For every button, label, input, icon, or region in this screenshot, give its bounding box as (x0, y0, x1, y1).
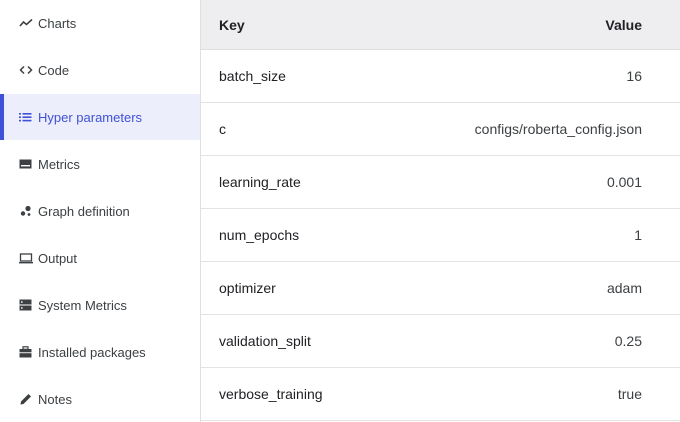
sidebar-item-output[interactable]: Output (0, 235, 200, 281)
sidebar-item-label: Metrics (38, 156, 80, 172)
line-chart-icon (18, 16, 33, 30)
sidebar: Charts Code Hyper parameters Metrics Gra… (0, 0, 201, 422)
metrics-icon (18, 157, 33, 171)
row-value: 0.25 (614, 333, 642, 349)
pencil-icon (18, 392, 33, 406)
table-row: optimizer adam (201, 262, 680, 315)
row-value: 16 (626, 68, 642, 84)
table-row: num_epochs 1 (201, 209, 680, 262)
sidebar-item-label: System Metrics (38, 297, 127, 313)
row-key: batch_size (219, 68, 286, 84)
sidebar-item-label: Charts (38, 15, 77, 31)
monitor-icon (18, 251, 33, 265)
sidebar-item-metrics[interactable]: Metrics (0, 141, 200, 187)
hyperparameters-table: Key Value batch_size 16 c configs/robert… (201, 0, 680, 421)
code-icon (18, 63, 33, 77)
hyperparameters-panel: Key Value batch_size 16 c configs/robert… (201, 0, 680, 422)
app-window: Charts Code Hyper parameters Metrics Gra… (0, 0, 680, 422)
row-key: learning_rate (219, 174, 301, 190)
sidebar-item-installed-packages[interactable]: Installed packages (0, 329, 200, 375)
table-row: batch_size 16 (201, 50, 680, 103)
row-value: 0.001 (606, 174, 642, 190)
sidebar-item-label: Output (38, 250, 78, 266)
column-header-key[interactable]: Key (201, 17, 605, 33)
server-icon (18, 298, 33, 312)
sidebar-item-code[interactable]: Code (0, 47, 200, 93)
sidebar-item-charts[interactable]: Charts (0, 0, 200, 46)
sidebar-item-graph-definition[interactable]: Graph definition (0, 188, 200, 234)
row-key: optimizer (219, 280, 276, 296)
table-header: Key Value (201, 0, 680, 50)
row-value: true (617, 386, 642, 402)
row-key: c (219, 121, 226, 137)
sidebar-item-label: Hyper parameters (38, 109, 143, 125)
sidebar-item-label: Installed packages (38, 344, 146, 360)
sidebar-item-notes[interactable]: Notes (0, 376, 200, 422)
column-header-value[interactable]: Value (605, 17, 680, 33)
sidebar-item-hyper-parameters[interactable]: Hyper parameters (0, 94, 200, 140)
list-icon (18, 110, 33, 124)
briefcase-icon (18, 345, 33, 359)
sidebar-item-label: Code (38, 62, 70, 78)
row-key: validation_split (219, 333, 311, 349)
table-row: validation_split 0.25 (201, 315, 680, 368)
sidebar-item-system-metrics[interactable]: System Metrics (0, 282, 200, 328)
sidebar-item-label: Notes (38, 391, 72, 407)
row-key: verbose_training (219, 386, 323, 402)
table-row: verbose_training true (201, 368, 680, 421)
table-row: learning_rate 0.001 (201, 156, 680, 209)
sidebar-item-label: Graph definition (38, 203, 130, 219)
row-value: adam (606, 280, 642, 296)
row-value: configs/roberta_config.json (474, 121, 642, 137)
row-key: num_epochs (219, 227, 300, 243)
row-value: 1 (634, 227, 642, 243)
table-row: c configs/roberta_config.json (201, 103, 680, 156)
graph-icon (18, 204, 33, 218)
